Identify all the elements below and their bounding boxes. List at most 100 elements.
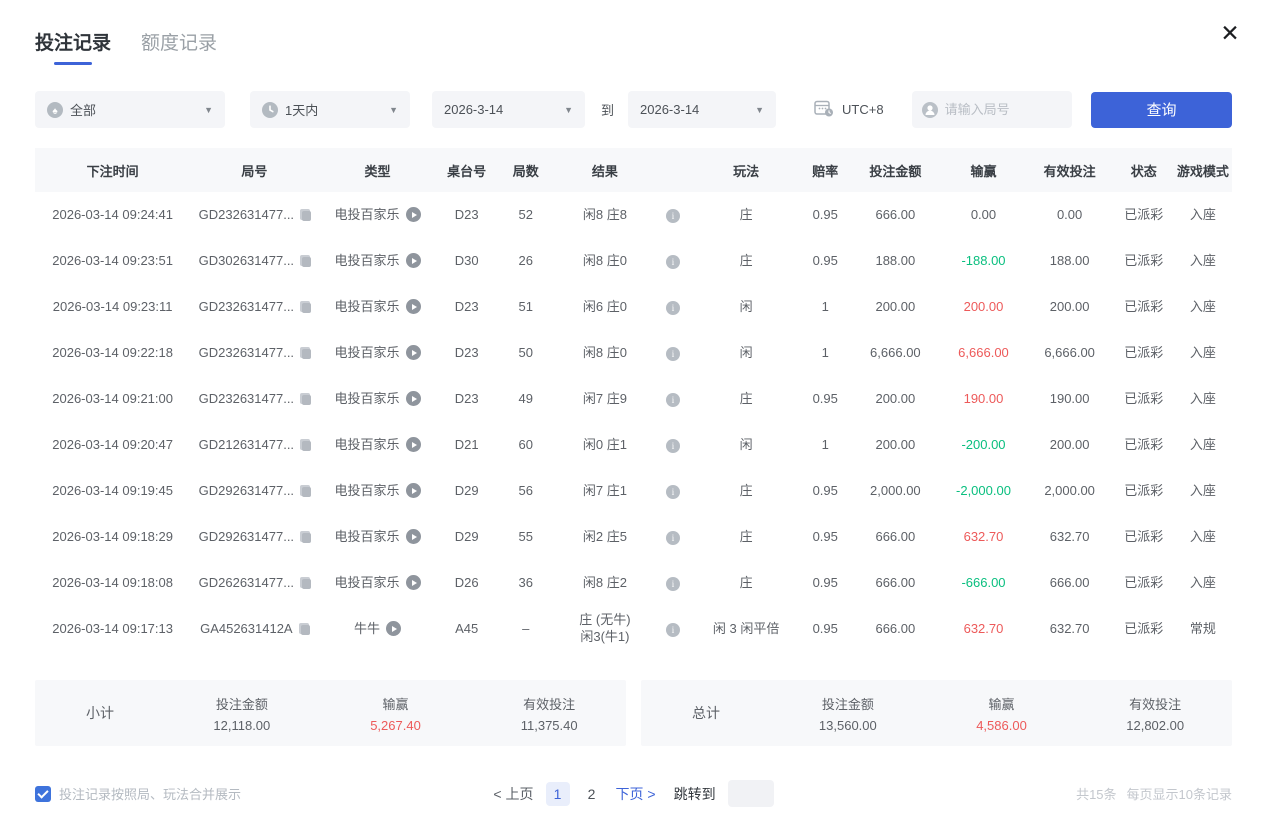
play-icon[interactable] bbox=[406, 529, 421, 544]
cell-play: 闲 bbox=[691, 284, 801, 330]
copy-icon[interactable] bbox=[300, 485, 310, 496]
filter-bar: ♠ 全部 ▼ 1天内 ▼ 2026-3-14 ▼ 到 2026-3-14 ▼ U… bbox=[35, 91, 1232, 128]
copy-icon[interactable] bbox=[300, 209, 310, 220]
cell-table-no: D23 bbox=[437, 376, 497, 422]
date-to-select[interactable]: 2026-3-14 ▼ bbox=[628, 91, 776, 128]
play-icon[interactable] bbox=[406, 391, 421, 406]
tab-bet-records[interactable]: 投注记录 bbox=[35, 28, 111, 65]
prev-page-button[interactable]: < 上页 bbox=[493, 784, 533, 804]
cell-result-info bbox=[655, 422, 691, 468]
page-button[interactable]: 1 bbox=[546, 782, 570, 806]
play-icon[interactable] bbox=[406, 483, 421, 498]
cell-win-loss: -200.00 bbox=[941, 422, 1025, 468]
cell-play: 庄 bbox=[691, 514, 801, 560]
chevron-down-icon: ▼ bbox=[554, 105, 573, 115]
cell-win-loss: -666.00 bbox=[941, 560, 1025, 606]
calendar-clock-icon bbox=[814, 99, 834, 120]
cell-result: 闲8 庄0 bbox=[555, 330, 655, 376]
cell-game-mode: 入座 bbox=[1174, 422, 1232, 468]
info-icon[interactable] bbox=[666, 209, 680, 223]
time-range-dropdown[interactable]: 1天内 ▼ bbox=[250, 91, 410, 128]
cell-bet-time: 2026-03-14 09:17:13 bbox=[35, 606, 190, 652]
copy-icon[interactable] bbox=[300, 439, 310, 450]
tab-quota-records[interactable]: 额度记录 bbox=[141, 28, 217, 65]
close-icon[interactable]: ✕ bbox=[1217, 20, 1243, 46]
cell-game-mode: 入座 bbox=[1174, 514, 1232, 560]
cell-result: 闲8 庄8 bbox=[555, 192, 655, 238]
chevron-down-icon: ▼ bbox=[745, 105, 764, 115]
cell-game-id: GA452631412A bbox=[190, 606, 318, 652]
jump-page-input[interactable] bbox=[728, 780, 774, 807]
play-icon[interactable] bbox=[406, 345, 421, 360]
game-id-search[interactable] bbox=[912, 91, 1072, 128]
cell-win-loss: 200.00 bbox=[941, 284, 1025, 330]
info-icon[interactable] bbox=[666, 255, 680, 269]
cell-game-type: 电投百家乐 bbox=[318, 376, 436, 422]
info-icon[interactable] bbox=[666, 439, 680, 453]
query-button[interactable]: 查询 bbox=[1091, 92, 1232, 128]
info-icon[interactable] bbox=[666, 393, 680, 407]
cell-odds: 1 bbox=[801, 330, 849, 376]
play-icon[interactable] bbox=[406, 437, 421, 452]
col-result-info bbox=[655, 148, 691, 192]
copy-icon[interactable] bbox=[299, 623, 309, 634]
cell-bet-time: 2026-03-14 09:18:29 bbox=[35, 514, 190, 560]
copy-icon[interactable] bbox=[300, 301, 310, 312]
chevron-down-icon: ▼ bbox=[194, 105, 213, 115]
category-value: 全部 bbox=[70, 100, 96, 119]
play-icon[interactable] bbox=[406, 575, 421, 590]
date-from-select[interactable]: 2026-3-14 ▼ bbox=[432, 91, 585, 128]
record-count-info: 共15条 每页显示10条记录 bbox=[774, 784, 1232, 803]
cell-bet-time: 2026-03-14 09:22:18 bbox=[35, 330, 190, 376]
search-input[interactable] bbox=[945, 102, 1062, 117]
cell-play: 庄 bbox=[691, 238, 801, 284]
subtotal-label: 小计 bbox=[35, 703, 165, 723]
info-icon[interactable] bbox=[666, 301, 680, 315]
cell-game-id: GD232631477... bbox=[190, 376, 318, 422]
table-row: 2026-03-14 09:22:18 GD232631477... 电投百家乐… bbox=[35, 330, 1232, 376]
play-icon[interactable] bbox=[406, 207, 421, 222]
copy-icon[interactable] bbox=[300, 393, 310, 404]
subtotal-block: 小计 投注金额 12,118.00 输赢 5,267.40 有效投注 11,37… bbox=[35, 680, 626, 746]
copy-icon[interactable] bbox=[300, 577, 310, 588]
table-header-row: 下注时间 局号 类型 桌台号 局数 结果 玩法 赔率 投注金额 输赢 有效投注 … bbox=[35, 148, 1232, 192]
info-icon[interactable] bbox=[666, 485, 680, 499]
cell-valid-bet: 200.00 bbox=[1026, 422, 1114, 468]
info-icon[interactable] bbox=[666, 623, 680, 637]
cell-game-id: GD212631477... bbox=[190, 422, 318, 468]
info-icon[interactable] bbox=[666, 347, 680, 361]
clock-icon bbox=[262, 102, 278, 118]
copy-icon[interactable] bbox=[300, 531, 310, 542]
cell-bet-amount: 666.00 bbox=[849, 606, 941, 652]
next-page-button[interactable]: 下页 > bbox=[616, 784, 656, 804]
copy-icon[interactable] bbox=[300, 255, 310, 266]
user-circle-icon bbox=[922, 102, 938, 118]
cell-result: 闲6 庄0 bbox=[555, 284, 655, 330]
cell-result: 闲7 庄9 bbox=[555, 376, 655, 422]
info-icon[interactable] bbox=[666, 577, 680, 591]
cell-bet-amount: 200.00 bbox=[849, 376, 941, 422]
cell-valid-bet: 200.00 bbox=[1026, 284, 1114, 330]
subtotal-bet: 投注金额 12,118.00 bbox=[165, 694, 319, 733]
page-button[interactable]: 2 bbox=[580, 782, 604, 806]
play-icon[interactable] bbox=[406, 253, 421, 268]
cell-table-no: D29 bbox=[437, 468, 497, 514]
tab-bar: 投注记录 额度记录 bbox=[0, 0, 1267, 65]
copy-icon[interactable] bbox=[300, 347, 310, 358]
table-row: 2026-03-14 09:18:29 GD292631477... 电投百家乐… bbox=[35, 514, 1232, 560]
play-icon[interactable] bbox=[386, 621, 401, 636]
category-dropdown[interactable]: ♠ 全部 ▼ bbox=[35, 91, 225, 128]
cell-bet-time: 2026-03-14 09:18:08 bbox=[35, 560, 190, 606]
table-row: 2026-03-14 09:17:13 GA452631412A 牛牛 A45 … bbox=[35, 606, 1232, 652]
cell-play: 闲 bbox=[691, 422, 801, 468]
merge-checkbox[interactable] bbox=[35, 786, 51, 802]
subtotal-valid: 有效投注 11,375.40 bbox=[472, 694, 626, 733]
cell-game-type: 电投百家乐 bbox=[318, 468, 436, 514]
active-tab-underline bbox=[54, 62, 92, 65]
cell-play: 庄 bbox=[691, 192, 801, 238]
play-icon[interactable] bbox=[406, 299, 421, 314]
total-win: 输赢 4,586.00 bbox=[925, 694, 1079, 733]
info-icon[interactable] bbox=[666, 531, 680, 545]
cell-game-type: 牛牛 bbox=[318, 606, 436, 652]
timezone-indicator[interactable]: UTC+8 bbox=[814, 99, 884, 120]
